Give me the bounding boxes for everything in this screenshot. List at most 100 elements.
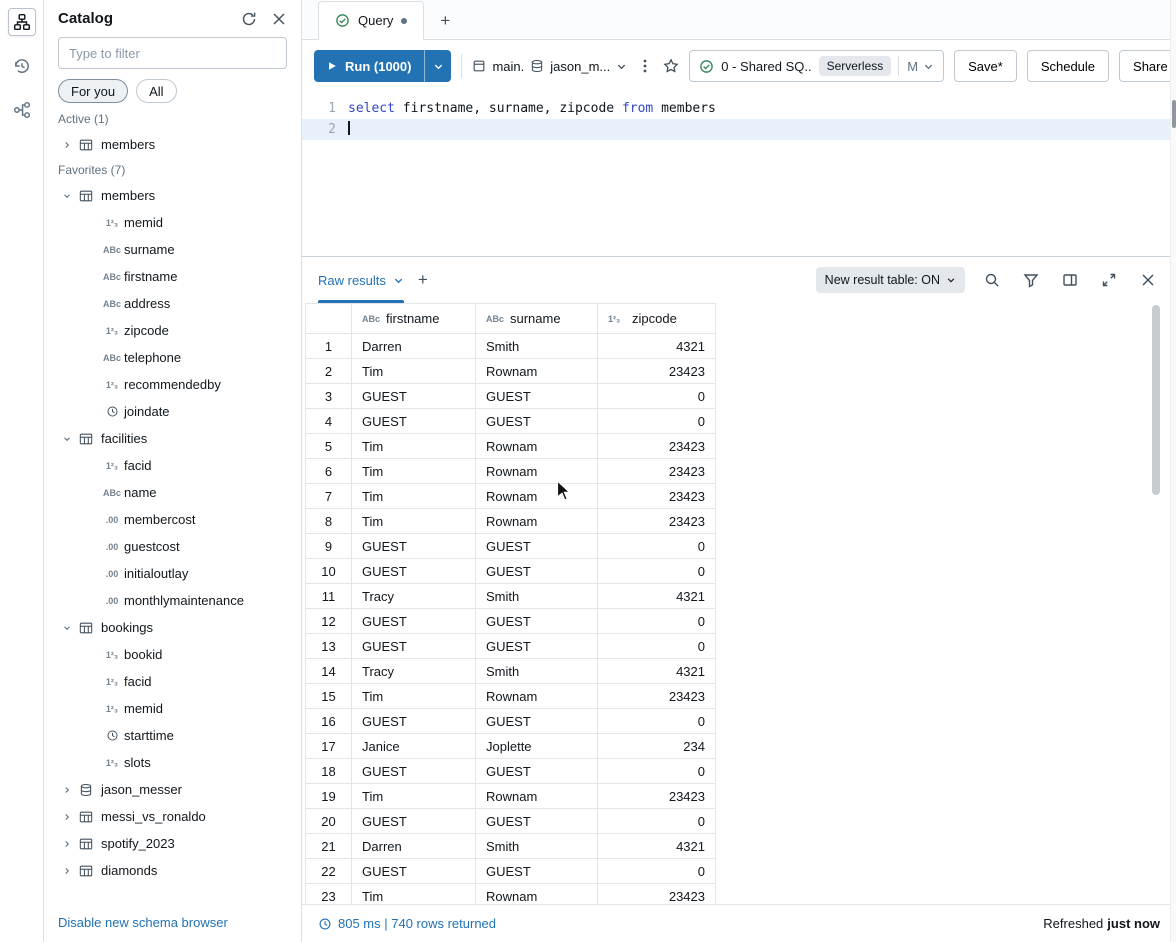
tree-item-zipcode[interactable]: 1²₃zipcode bbox=[44, 317, 301, 344]
disable-schema-browser-link[interactable]: Disable new schema browser bbox=[58, 915, 228, 930]
tree-item-slots[interactable]: 1²₃slots bbox=[44, 749, 301, 776]
tree-item-firstname[interactable]: ABcfirstname bbox=[44, 263, 301, 290]
table-row[interactable]: 5TimRownam23423 bbox=[306, 434, 716, 459]
panel-layout-button[interactable] bbox=[1058, 268, 1082, 292]
sql-editor[interactable]: 1select firstname, surname, zipcode from… bbox=[302, 92, 1176, 256]
run-options-button[interactable] bbox=[424, 50, 451, 82]
results-scrollbar[interactable] bbox=[1152, 305, 1160, 495]
add-result-tab-button[interactable]: + bbox=[418, 270, 428, 290]
refresh-icon[interactable] bbox=[241, 11, 257, 27]
tree-item-facilities[interactable]: facilities bbox=[44, 425, 301, 452]
column-header-firstname[interactable]: ABcfirstname bbox=[352, 304, 476, 334]
lineage-rail-button[interactable] bbox=[8, 96, 36, 124]
close-icon[interactable] bbox=[271, 11, 287, 27]
tree-item-bookings[interactable]: bookings bbox=[44, 614, 301, 641]
chevron-down-icon[interactable] bbox=[58, 623, 76, 633]
table-row[interactable]: 2TimRownam23423 bbox=[306, 359, 716, 384]
tree-item-members[interactable]: members bbox=[44, 131, 301, 158]
tree-item-diamonds[interactable]: diamonds bbox=[44, 857, 301, 884]
tree-item-name[interactable]: ABcname bbox=[44, 479, 301, 506]
tab-query[interactable]: Query bbox=[318, 1, 424, 40]
tree-item-bookid[interactable]: 1²₃bookid bbox=[44, 641, 301, 668]
chevron-right-icon[interactable] bbox=[58, 839, 76, 849]
tree-item-membercost[interactable]: .00membercost bbox=[44, 506, 301, 533]
tree-item-telephone[interactable]: ABctelephone bbox=[44, 344, 301, 371]
table-row[interactable]: 21DarrenSmith4321 bbox=[306, 834, 716, 859]
table-row[interactable]: 7TimRownam23423 bbox=[306, 484, 716, 509]
pill-for-you[interactable]: For you bbox=[58, 79, 128, 103]
warehouse-selector[interactable]: 0 - Shared SQ.. Serverless M bbox=[689, 50, 944, 82]
tree-item-facid[interactable]: 1²₃facid bbox=[44, 452, 301, 479]
table-row[interactable]: 12GUESTGUEST0 bbox=[306, 609, 716, 634]
schema-browser-rail-button[interactable] bbox=[8, 8, 36, 36]
table-row[interactable]: 20GUESTGUEST0 bbox=[306, 809, 716, 834]
chevron-right-icon[interactable] bbox=[58, 866, 76, 876]
tree-item-memid[interactable]: 1²₃memid bbox=[44, 695, 301, 722]
table-row[interactable]: 10GUESTGUEST0 bbox=[306, 559, 716, 584]
tree-item-messi_vs_ronaldo[interactable]: messi_vs_ronaldo bbox=[44, 803, 301, 830]
catalog-schema-selector[interactable]: main. jason_m... bbox=[472, 59, 627, 74]
tree-item-guestcost[interactable]: .00guestcost bbox=[44, 533, 301, 560]
table-row[interactable]: 6TimRownam23423 bbox=[306, 459, 716, 484]
pill-all[interactable]: All bbox=[136, 79, 176, 103]
chevron-right-icon[interactable] bbox=[58, 140, 76, 150]
table-row[interactable]: 11TracySmith4321 bbox=[306, 584, 716, 609]
tree-item-monthlymaintenance[interactable]: .00monthlymaintenance bbox=[44, 587, 301, 614]
schedule-button[interactable]: Schedule bbox=[1027, 50, 1109, 82]
close-results-button[interactable] bbox=[1136, 268, 1160, 292]
table-row[interactable]: 14TracySmith4321 bbox=[306, 659, 716, 684]
tree-item-jason_messer[interactable]: jason_messer bbox=[44, 776, 301, 803]
table-row[interactable]: 8TimRownam23423 bbox=[306, 509, 716, 534]
tree-item-recommendedby[interactable]: 1²₃recommendedby bbox=[44, 371, 301, 398]
table-row[interactable]: 16GUESTGUEST0 bbox=[306, 709, 716, 734]
tree-item-label: bookings bbox=[101, 620, 153, 635]
text-cursor bbox=[348, 121, 350, 135]
table-row[interactable]: 13GUESTGUEST0 bbox=[306, 634, 716, 659]
line-number: 1 bbox=[302, 98, 348, 119]
tree-item-spotify_2023[interactable]: spotify_2023 bbox=[44, 830, 301, 857]
search-results-button[interactable] bbox=[980, 268, 1004, 292]
tree-item-joindate[interactable]: joindate bbox=[44, 398, 301, 425]
favorite-star-button[interactable] bbox=[663, 54, 679, 78]
new-result-table-toggle[interactable]: New result table: ON bbox=[816, 267, 965, 293]
page-scrollbar-thumb[interactable] bbox=[1172, 100, 1176, 128]
table-row[interactable]: 4GUESTGUEST0 bbox=[306, 409, 716, 434]
filter-results-button[interactable] bbox=[1019, 268, 1043, 292]
table-row[interactable]: 22GUESTGUEST0 bbox=[306, 859, 716, 884]
tree-item-members[interactable]: members bbox=[44, 182, 301, 209]
table-row[interactable]: 1DarrenSmith4321 bbox=[306, 334, 716, 359]
save-button[interactable]: Save* bbox=[954, 50, 1017, 82]
tree-item-label: telephone bbox=[124, 350, 181, 365]
table-row[interactable]: 15TimRownam23423 bbox=[306, 684, 716, 709]
table-row[interactable]: 23TimRownam23423 bbox=[306, 884, 716, 905]
tree-item-facid[interactable]: 1²₃facid bbox=[44, 668, 301, 695]
share-button[interactable]: Share bbox=[1119, 50, 1176, 82]
table-row[interactable]: 19TimRownam23423 bbox=[306, 784, 716, 809]
table-row[interactable]: 17JaniceJoplette234 bbox=[306, 734, 716, 759]
run-button[interactable]: Run (1000) bbox=[314, 50, 424, 82]
catalog-filter-input[interactable] bbox=[58, 37, 287, 69]
chevron-down-icon[interactable] bbox=[58, 434, 76, 444]
chevron-right-icon[interactable] bbox=[58, 785, 76, 795]
tab-raw-results[interactable]: Raw results bbox=[318, 257, 404, 303]
new-tab-button[interactable]: + bbox=[440, 12, 450, 29]
table-row[interactable]: 9GUESTGUEST0 bbox=[306, 534, 716, 559]
history-rail-button[interactable] bbox=[8, 52, 36, 80]
editor-line[interactable]: 1select firstname, surname, zipcode from… bbox=[302, 98, 1176, 119]
column-header-zipcode[interactable]: 1²₃zipcode bbox=[598, 304, 716, 334]
chevron-right-icon[interactable] bbox=[58, 812, 76, 822]
page-scrollbar[interactable] bbox=[1170, 0, 1176, 942]
tree-item-memid[interactable]: 1²₃memid bbox=[44, 209, 301, 236]
editor-line[interactable]: 2 bbox=[302, 119, 1176, 140]
tree-item-address[interactable]: ABcaddress bbox=[44, 290, 301, 317]
table-row[interactable]: 3GUESTGUEST0 bbox=[306, 384, 716, 409]
column-header-surname[interactable]: ABcsurname bbox=[476, 304, 598, 334]
tree-item-surname[interactable]: ABcsurname bbox=[44, 236, 301, 263]
table-row[interactable]: 18GUESTGUEST0 bbox=[306, 759, 716, 784]
fullscreen-button[interactable] bbox=[1097, 268, 1121, 292]
kebab-menu-button[interactable] bbox=[637, 54, 653, 78]
tree-item-initialoutlay[interactable]: .00initialoutlay bbox=[44, 560, 301, 587]
tree-item-starttime[interactable]: starttime bbox=[44, 722, 301, 749]
chevron-down-icon[interactable] bbox=[58, 191, 76, 201]
warehouse-size-dropdown[interactable]: M bbox=[898, 56, 934, 76]
